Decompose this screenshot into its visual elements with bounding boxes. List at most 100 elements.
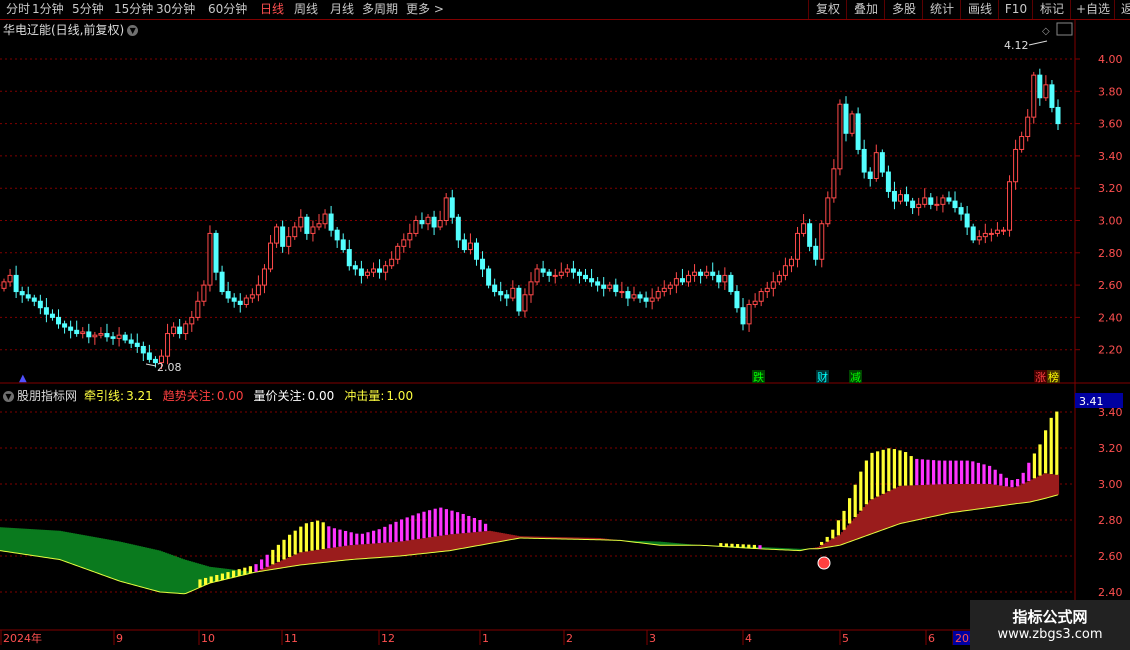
panel-toggle-icon [1056, 22, 1073, 36]
candle-body [722, 274, 728, 283]
impulse-bar [1055, 411, 1059, 475]
candle-body [492, 284, 498, 293]
diamond-icon: ◇ [1042, 26, 1050, 37]
low-arrow-icon [145, 363, 157, 367]
impulse-bar [444, 509, 448, 535]
impulse-bar [400, 519, 404, 542]
candle-body [546, 271, 552, 276]
candle-body [261, 268, 267, 286]
candle-body [255, 284, 261, 296]
candle-body [213, 232, 219, 273]
impulse-bar [254, 564, 258, 572]
event-marker-4[interactable]: 榜 [1047, 370, 1060, 384]
impulse-bar [288, 534, 292, 557]
candle-body [183, 323, 189, 335]
candle-body [165, 333, 171, 357]
candle-body [13, 274, 19, 293]
event-marker-2[interactable]: 减 [849, 370, 862, 384]
candle-body [298, 216, 304, 228]
candle-body [322, 213, 328, 225]
impulse-bar [1016, 479, 1020, 487]
candle-body [177, 326, 183, 335]
impulse-bar [915, 458, 919, 486]
candle-body [504, 294, 510, 299]
candle-body [1013, 148, 1019, 183]
candle-body [861, 148, 867, 173]
event-marker-label: 涨 [1035, 371, 1046, 384]
candle-body [952, 200, 958, 209]
candle-body [280, 226, 286, 247]
price-tick-label: 4.00 [1098, 53, 1123, 66]
candle-body [940, 197, 946, 205]
price-tick-label: 2.40 [1098, 311, 1123, 324]
candle-body [764, 287, 770, 293]
candle-body [788, 258, 794, 267]
candle-body [486, 268, 492, 286]
kline-chart[interactable]: ◇ 4.12 2.08 ▲ 跌 财 减 涨榜 4.00 3.80 3.60 3.40 3.20 3.0… [0, 0, 1130, 650]
impulse-bar [304, 523, 308, 552]
indicator-tick-label: 2.60 [1098, 550, 1123, 563]
candle-body [661, 287, 667, 293]
candle-body [419, 220, 425, 225]
impulse-bar [215, 575, 219, 582]
indicator-field-1: 趋势关注: 0.00 [163, 389, 247, 403]
candle-body [716, 274, 722, 283]
candle-body [310, 226, 316, 234]
impulse-bar [276, 544, 280, 562]
candle-body [692, 271, 698, 276]
candle-body [613, 284, 619, 293]
time-tick-label: 9 [116, 632, 123, 645]
candle-body [776, 274, 782, 283]
indicator-menu-icon[interactable]: ▼ [3, 391, 14, 402]
impulse-bar [310, 521, 314, 551]
candle-body [68, 326, 74, 331]
candle-body [807, 223, 813, 247]
candle-body [958, 207, 964, 215]
impulse-bar [388, 524, 392, 543]
candle-body [189, 316, 195, 325]
event-marker-label: 榜 [1048, 370, 1059, 384]
candle-body [413, 220, 419, 234]
impulse-bar [1032, 453, 1036, 479]
impulse-bar [971, 461, 975, 484]
candle-body [964, 213, 970, 228]
impulse-bar [472, 517, 476, 533]
candle-body [982, 232, 988, 238]
impulse-bar [377, 529, 381, 544]
candle-body [7, 274, 13, 283]
candle-body [619, 291, 625, 294]
candle-body [455, 216, 461, 241]
candle-body [595, 281, 601, 286]
impulse-bar [220, 573, 224, 581]
candle-body [655, 291, 661, 299]
impulse-bar [1021, 472, 1025, 484]
buy-signal-icon [817, 556, 831, 570]
impulse-bar [248, 566, 252, 574]
candle-body [679, 278, 685, 283]
candle-body [873, 152, 879, 180]
candle-body [704, 271, 710, 276]
time-tick-label: 6 [928, 632, 935, 645]
impulse-bar [198, 579, 202, 588]
candle-body [801, 223, 807, 234]
indicator-name[interactable]: 股朋指标网 [17, 389, 77, 403]
candle-body [510, 287, 516, 299]
candle-body [795, 232, 801, 260]
price-tick-label: 3.00 [1098, 215, 1123, 228]
indicator-field-label: 牵引线: [84, 389, 125, 403]
impulse-bar [265, 554, 269, 567]
time-tick-label: 2024年 [3, 631, 42, 645]
candle-body [831, 168, 837, 199]
candle-body [304, 216, 310, 234]
candle-body [74, 329, 80, 335]
candle-body [782, 265, 788, 276]
event-marker-3[interactable]: 涨 [1034, 370, 1047, 384]
impulse-bar [355, 533, 359, 545]
candle-body [268, 242, 274, 270]
impulse-bar [332, 528, 336, 548]
impulse-bar [848, 498, 852, 524]
event-marker-1[interactable]: 财 [816, 370, 829, 384]
impulse-bar [366, 532, 370, 544]
event-marker-0[interactable]: 跌 [752, 370, 765, 384]
candle-body [80, 331, 86, 335]
